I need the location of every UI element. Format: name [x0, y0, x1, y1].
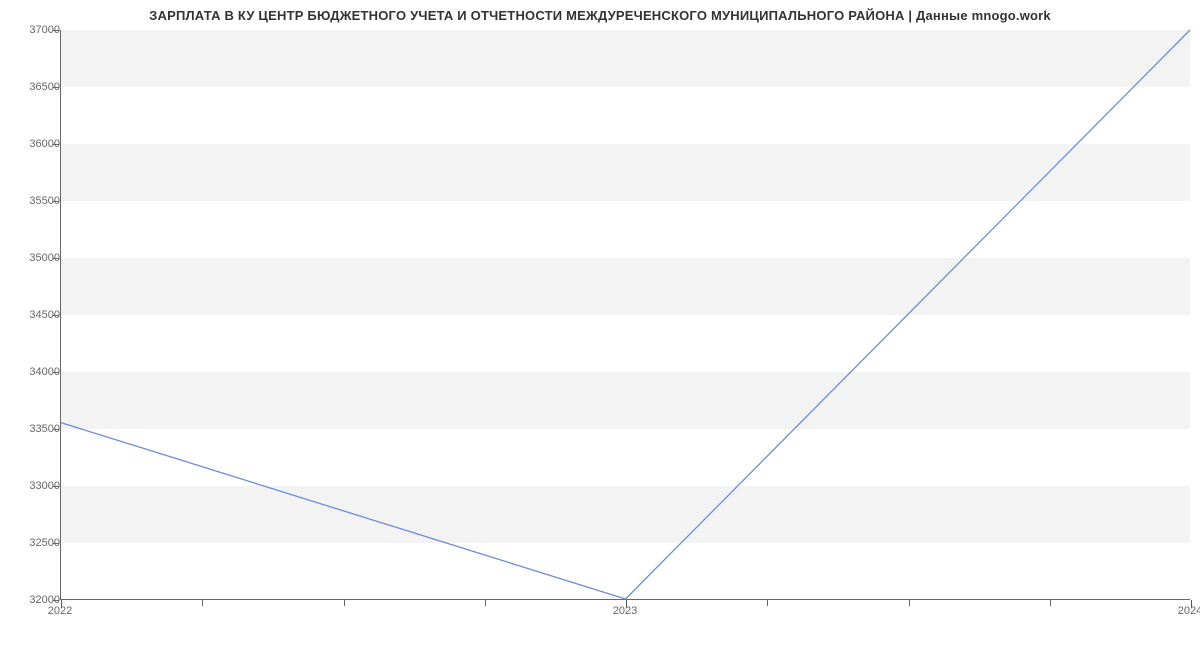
x-tick-minor — [1050, 600, 1051, 606]
y-tick-label: 33500 — [10, 423, 60, 435]
x-tick-label: 2023 — [613, 605, 637, 617]
x-tick-minor — [767, 600, 768, 606]
line-series — [61, 30, 1190, 599]
y-tick-label: 34500 — [10, 309, 60, 321]
y-tick-label: 34000 — [10, 366, 60, 378]
y-tick-label: 33000 — [10, 480, 60, 492]
chart-title: ЗАРПЛАТА В КУ ЦЕНТР БЮДЖЕТНОГО УЧЕТА И О… — [0, 8, 1200, 23]
y-tick-label: 36500 — [10, 81, 60, 93]
y-tick-label: 36000 — [10, 138, 60, 150]
chart-container: ЗАРПЛАТА В КУ ЦЕНТР БЮДЖЕТНОГО УЧЕТА И О… — [0, 0, 1200, 650]
plot-area — [60, 30, 1190, 600]
y-tick-label: 35000 — [10, 252, 60, 264]
x-tick-minor — [202, 600, 203, 606]
x-tick-label: 2022 — [48, 605, 72, 617]
y-tick-label: 35500 — [10, 195, 60, 207]
y-tick-label: 37000 — [10, 24, 60, 36]
x-tick-minor — [344, 600, 345, 606]
y-tick-label: 32500 — [10, 537, 60, 549]
x-tick-minor — [909, 600, 910, 606]
x-tick-label: 2024 — [1178, 605, 1200, 617]
x-tick-minor — [485, 600, 486, 606]
data-line — [61, 30, 1190, 599]
